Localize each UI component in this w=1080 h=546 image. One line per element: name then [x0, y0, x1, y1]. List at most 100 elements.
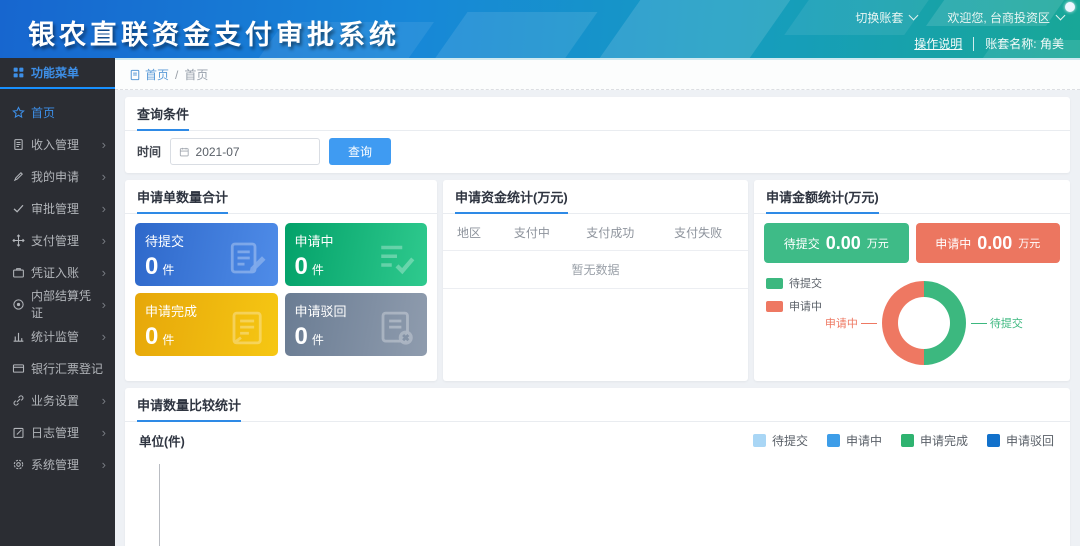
donut-label-in-progress: 申请中	[825, 315, 877, 331]
fund-stats-table: 地区 支付中 支付成功 支付失败 暂无数据	[443, 214, 748, 289]
header-divider	[973, 37, 974, 51]
legend-swatch	[766, 301, 783, 312]
sidebar-item-internal-settlement[interactable]: 内部结算凭证 ›	[0, 288, 115, 320]
sidebar-item-bank-draft-register[interactable]: 银行汇票登记	[0, 352, 115, 384]
month-picker-input[interactable]	[170, 138, 320, 165]
legend-item-rejected[interactable]: 申请驳回	[987, 432, 1054, 449]
list-check-icon	[376, 237, 418, 279]
stat-card-rejected[interactable]: 申请驳回 0件	[285, 293, 428, 356]
stat-card-completed[interactable]: 申请完成 0件	[135, 293, 278, 356]
stat-card-in-progress[interactable]: 申请中 0件	[285, 223, 428, 286]
legend-swatch	[987, 434, 1000, 447]
pencil-icon	[12, 170, 25, 183]
grid-icon	[12, 66, 25, 79]
chevron-down-icon	[909, 11, 919, 21]
sidebar-menu-header: 功能菜单	[0, 58, 115, 89]
main-area: 首页 / 首页 查询条件 时间 查询 申请单数量合计	[115, 58, 1080, 546]
time-label: 时间	[137, 143, 161, 160]
breadcrumb-home[interactable]: 首页	[129, 66, 169, 83]
sidebar-item-business-settings[interactable]: 业务设置 ›	[0, 384, 115, 416]
welcome-user-dropdown[interactable]: 欢迎您, 台商投资区	[947, 9, 1064, 26]
welcome-label: 欢迎您, 台商投资区	[947, 9, 1050, 26]
chevron-right-icon: ›	[102, 330, 106, 343]
month-picker-value[interactable]	[196, 145, 312, 159]
chevron-right-icon: ›	[102, 202, 106, 215]
chevron-right-icon: ›	[102, 266, 106, 279]
sidebar-item-home[interactable]: 首页	[0, 96, 115, 128]
gear-icon	[12, 458, 25, 471]
compare-bar-chart-plot	[159, 464, 1062, 546]
legend-item-pending-submit[interactable]: 待提交	[753, 432, 808, 449]
chevron-right-icon: ›	[102, 138, 106, 151]
header-deco-shape	[595, 0, 794, 58]
calendar-icon	[179, 146, 190, 158]
chevron-right-icon: ›	[102, 394, 106, 407]
app-title: 银农直联资金支付审批系统	[28, 13, 400, 52]
search-button[interactable]: 查询	[329, 138, 391, 165]
sidebar-item-system-mgmt[interactable]: 系统管理 ›	[0, 448, 115, 480]
sidebar-item-voucher-entry[interactable]: 凭证入账 ›	[0, 256, 115, 288]
chevron-right-icon: ›	[102, 458, 106, 471]
move-cross-icon	[12, 234, 25, 247]
chevron-right-icon: ›	[102, 234, 106, 247]
col-paying: 支付中	[500, 214, 572, 251]
legend-item-completed[interactable]: 申请完成	[901, 432, 968, 449]
legend-item-pending[interactable]: 待提交	[766, 275, 822, 291]
legend-swatch	[766, 278, 783, 289]
col-region: 地区	[443, 214, 500, 251]
bar-chart-icon	[12, 330, 25, 343]
legend-swatch	[753, 434, 766, 447]
sidebar-item-my-applications[interactable]: 我的申请 ›	[0, 160, 115, 192]
amount-stats-panel: 申请金额统计(万元) 待提交 0.00 万元 申请中 0.00 万元	[754, 180, 1070, 381]
donut-ring	[882, 281, 966, 365]
home-star-icon	[12, 106, 25, 119]
legend-item-in-progress[interactable]: 申请中	[827, 432, 882, 449]
legend-swatch	[827, 434, 840, 447]
application-count-panel: 申请单数量合计 待提交 0件 申请中 0件 申请完成 0件	[125, 180, 437, 381]
sidebar-item-approval-mgmt[interactable]: 审批管理 ›	[0, 192, 115, 224]
link-icon	[12, 394, 25, 407]
count-compare-panel: 申请数量比较统计 单位(件) 待提交 申请中 申请完成	[125, 388, 1070, 546]
amount-badge-pending: 待提交 0.00 万元	[764, 223, 909, 263]
target-icon	[12, 298, 25, 311]
account-name-value: 角美	[1040, 37, 1064, 51]
notification-dot[interactable]	[1065, 2, 1075, 12]
app-header: 银农直联资金支付审批系统 切换账套 欢迎您, 台商投资区 操作说明 账套名称: …	[0, 0, 1080, 58]
chevron-right-icon: ›	[102, 426, 106, 439]
query-panel: 查询条件 时间 查询	[125, 97, 1070, 173]
chart-unit-label: 单位(件)	[139, 431, 185, 450]
compare-chart-legend: 待提交 申请中 申请完成 申请驳回	[753, 432, 1054, 449]
edit-square-icon	[12, 426, 25, 439]
switch-account-dropdown[interactable]: 切换账套	[855, 9, 917, 26]
amount-panel-title: 申请金额统计(万元)	[766, 187, 879, 214]
sidebar: 功能菜单 首页 收入管理 › 我的申请 › 审批管理 › 支付管理 › 凭	[0, 58, 115, 546]
breadcrumb-separator: /	[175, 68, 178, 82]
doc-reject-icon	[376, 307, 418, 349]
col-pay-success: 支付成功	[572, 214, 660, 251]
amount-donut-chart: 待提交 申请中 申请中	[764, 271, 1060, 375]
card-icon	[12, 362, 25, 375]
empty-data-text: 暂无数据	[443, 251, 748, 289]
sidebar-item-log-mgmt[interactable]: 日志管理 ›	[0, 416, 115, 448]
account-name-label: 账套名称: 角美	[985, 35, 1064, 52]
briefcase-icon	[12, 266, 25, 279]
compare-panel-title: 申请数量比较统计	[137, 395, 241, 422]
check-icon	[12, 202, 25, 215]
fund-panel-title: 申请资金统计(万元)	[455, 187, 568, 214]
page-doc-icon	[129, 69, 141, 81]
col-pay-failed: 支付失败	[660, 214, 748, 251]
chevron-right-icon: ›	[102, 170, 106, 183]
breadcrumb: 首页 / 首页	[115, 58, 1080, 90]
sidebar-item-income-mgmt[interactable]: 收入管理 ›	[0, 128, 115, 160]
sidebar-item-payment-mgmt[interactable]: 支付管理 ›	[0, 224, 115, 256]
document-icon	[12, 138, 25, 151]
doc-lines-icon	[227, 307, 269, 349]
legend-item-in-progress[interactable]: 申请中	[766, 298, 822, 314]
amount-badge-in-progress: 申请中 0.00 万元	[916, 223, 1061, 263]
edit-doc-icon	[227, 237, 269, 279]
donut-label-pending: 待提交	[971, 315, 1023, 331]
stat-card-pending-submit[interactable]: 待提交 0件	[135, 223, 278, 286]
operation-guide-link[interactable]: 操作说明	[914, 35, 962, 52]
sidebar-item-stats-supervision[interactable]: 统计监管 ›	[0, 320, 115, 352]
fund-stats-panel: 申请资金统计(万元) 地区 支付中 支付成功 支付失败 暂无数据	[443, 180, 748, 381]
